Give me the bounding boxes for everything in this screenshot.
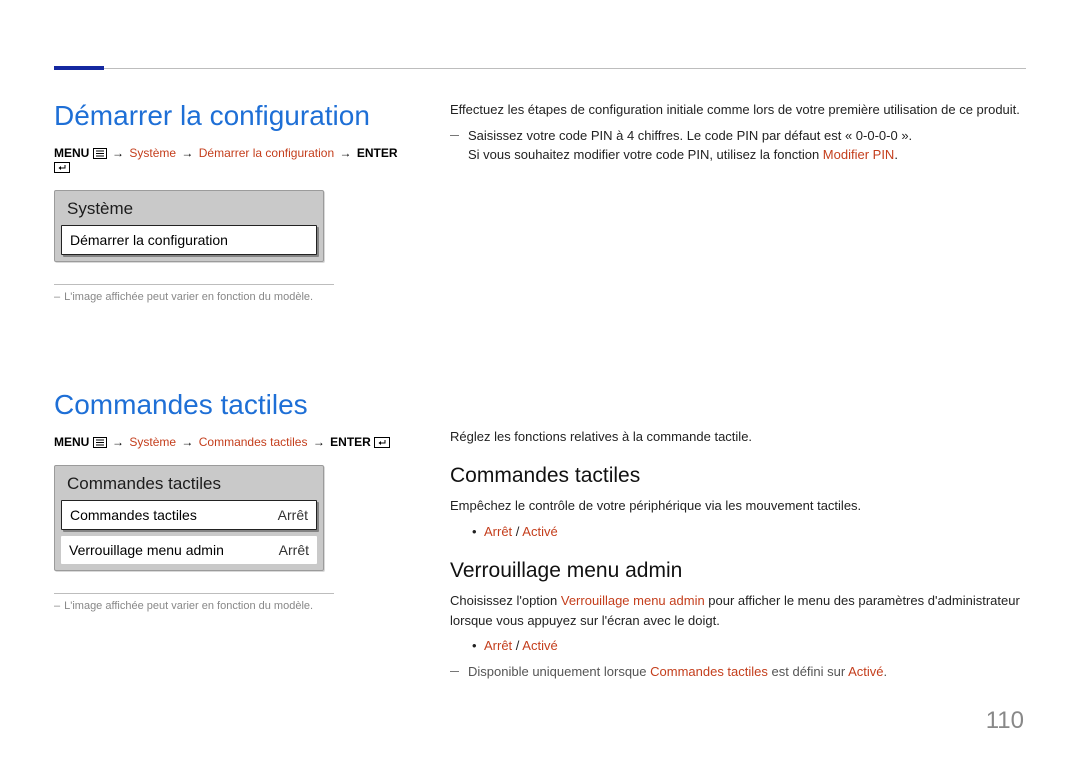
section2-menu-row1-value: Arrêt: [270, 507, 308, 523]
section2-menu-title: Commandes tactiles: [55, 466, 323, 500]
section1-dash-note: Saisissez votre code PIN à 4 chiffres. L…: [450, 126, 1026, 165]
enter-icon: [374, 437, 390, 448]
section2-image-note: –L'image affichée peut varier en fonctio…: [54, 600, 406, 612]
breadcrumb-enter-label: ENTER: [357, 146, 398, 160]
section1-dash-red: Modifier PIN: [823, 147, 895, 162]
section2-sub2-options: Arrêt / Activé: [450, 636, 1026, 656]
section2-sub2-title: Verrouillage menu admin: [450, 559, 1026, 583]
section2-sub2-body-a: Choisissez l'option: [450, 593, 561, 608]
section1-menu-title: Système: [55, 191, 323, 225]
section2-breadcrumb: MENU → Système → Commandes tactiles → EN…: [54, 435, 406, 449]
section2-divider: [54, 593, 334, 594]
section1-image-note: –L'image affichée peut varier en fonctio…: [54, 291, 406, 303]
breadcrumb-menu-label: MENU: [54, 435, 89, 449]
section2-menu-box: Commandes tactiles Commandes tactiles Ar…: [54, 465, 324, 571]
breadcrumb-path-systeme: Système: [129, 435, 176, 449]
top-divider: [54, 68, 1026, 69]
section1-body1: Effectuez les étapes de configuration in…: [450, 100, 1026, 120]
section1-dash-line2b: .: [894, 147, 898, 162]
section1-menu-item-label: Démarrer la configuration: [70, 232, 228, 248]
section2-dash-red2: Activé: [848, 664, 883, 679]
opt-on: Activé: [522, 638, 557, 653]
section2-menu-item-commandes[interactable]: Commandes tactiles Arrêt: [61, 500, 317, 530]
section2-menu-row1-label: Commandes tactiles: [70, 507, 197, 523]
menu-icon: [93, 148, 107, 159]
section2-menu-row2-value: Arrêt: [271, 542, 309, 558]
section2-sub1-title: Commandes tactiles: [450, 464, 1026, 488]
right-gap: [450, 171, 1026, 427]
section-gap: [54, 303, 406, 389]
breadcrumb-enter-label: ENTER: [330, 435, 371, 449]
section2-sub1-body: Empêchez le contrôle de votre périphériq…: [450, 496, 1026, 516]
menu-icon: [93, 437, 107, 448]
section2-dash-red1: Commandes tactiles: [650, 664, 768, 679]
breadcrumb-path-demarrer: Démarrer la configuration: [199, 146, 334, 160]
page-number: 110: [986, 707, 1024, 735]
breadcrumb-path-commandes: Commandes tactiles: [199, 435, 308, 449]
opt-on: Activé: [522, 524, 557, 539]
section2-body-intro: Réglez les fonctions relatives à la comm…: [450, 427, 1026, 447]
section2-sub2-body: Choisissez l'option Verrouillage menu ad…: [450, 591, 1026, 630]
section2-menu-item-verrouillage[interactable]: Verrouillage menu admin Arrêt: [61, 536, 317, 564]
section1-divider: [54, 284, 334, 285]
section2-sub1-options: Arrêt / Activé: [450, 522, 1026, 542]
opt-off: Arrêt: [484, 638, 512, 653]
dash-icon: [450, 135, 459, 136]
section1-title: Démarrer la configuration: [54, 100, 406, 132]
section1-dash-line1: Saisissez votre code PIN à 4 chiffres. L…: [468, 128, 912, 143]
section1-dash-line2a: Si vous souhaitez modifier votre code PI…: [468, 147, 823, 162]
opt-off: Arrêt: [484, 524, 512, 539]
breadcrumb-menu-label: MENU: [54, 146, 89, 160]
enter-icon: [54, 162, 70, 173]
section1-breadcrumb: MENU → Système → Démarrer la configurati…: [54, 146, 406, 174]
section2-dash-a: Disponible uniquement lorsque: [468, 664, 650, 679]
dash-icon: [450, 671, 459, 672]
section2-dash-b: est défini sur: [768, 664, 848, 679]
section2-dash-c: .: [884, 664, 888, 679]
section1-menu-box: Système Démarrer la configuration: [54, 190, 324, 262]
section2-title: Commandes tactiles: [54, 389, 406, 421]
section2-sub2-body-red: Verrouillage menu admin: [561, 593, 705, 608]
section1-menu-item-demarrer[interactable]: Démarrer la configuration: [61, 225, 317, 255]
breadcrumb-path-systeme: Système: [129, 146, 176, 160]
section2-menu-row2-label: Verrouillage menu admin: [69, 542, 224, 558]
top-accent-bar: [54, 66, 104, 70]
section2-dash-note: Disponible uniquement lorsque Commandes …: [450, 662, 1026, 682]
